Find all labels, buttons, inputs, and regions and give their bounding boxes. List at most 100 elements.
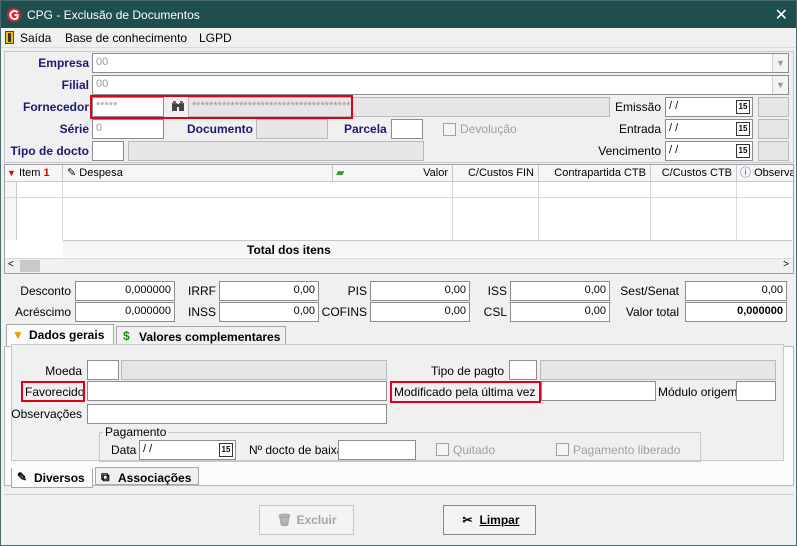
modificado-highlight-box bbox=[390, 381, 541, 403]
favorecido-input[interactable] bbox=[87, 381, 387, 401]
parcela-input[interactable] bbox=[391, 119, 423, 139]
devolucao-label: Devolução bbox=[460, 122, 517, 136]
csl-field[interactable]: 0,00 bbox=[510, 302, 610, 322]
sest-senat-value: 0,00 bbox=[761, 284, 783, 296]
tipo-pagto-code-input[interactable] bbox=[509, 360, 537, 380]
fornecedor-highlight-box bbox=[90, 95, 353, 119]
iss-label: ISS bbox=[487, 284, 507, 298]
cofins-value: 0,00 bbox=[444, 305, 466, 317]
info-icon: ⓘ bbox=[740, 167, 751, 179]
grid-header-despesa[interactable]: ✎ Despesa bbox=[63, 165, 333, 182]
chevron-down-icon[interactable]: ▼ bbox=[772, 54, 788, 72]
entrada-date-input[interactable]: / / 15 bbox=[665, 119, 753, 139]
main-window: CPG - Exclusão de Documentos ✕ Saída Bas… bbox=[0, 0, 797, 546]
irrf-value: 0,00 bbox=[293, 284, 315, 296]
column-ccustos-ctb-label: C/Custos CTB bbox=[661, 167, 732, 179]
devolucao-checkbox[interactable] bbox=[443, 123, 456, 136]
column-ccustos-fin-label: C/Custos FIN bbox=[467, 167, 534, 179]
inss-field[interactable]: 0,00 bbox=[219, 302, 319, 322]
tab-valores-complementares[interactable]: $ Valores complementares bbox=[116, 326, 286, 346]
tab-associacoes[interactable]: ⧉ Associações bbox=[95, 467, 199, 485]
pagamento-data-input[interactable]: / / 15 bbox=[139, 440, 236, 460]
modulo-origem-input bbox=[736, 381, 776, 401]
grid-header-item[interactable]: ▼ Item 1 bbox=[5, 165, 63, 182]
grid-header-contrapartida[interactable]: Contrapartida CTB bbox=[539, 165, 651, 182]
iss-field[interactable]: 0,00 bbox=[510, 281, 610, 301]
menu-item-lgpd[interactable]: LGPD bbox=[199, 31, 232, 45]
app-logo-icon bbox=[7, 8, 21, 22]
empresa-select[interactable]: 00 ▼ bbox=[92, 53, 789, 73]
scroll-left-icon[interactable]: < bbox=[8, 259, 14, 270]
calendar-icon[interactable]: 15 bbox=[736, 122, 750, 136]
grid-header-ccustos-ctb[interactable]: C/Custos CTB bbox=[651, 165, 737, 182]
button-bar bbox=[4, 494, 794, 544]
grid-row-indicator-column bbox=[5, 182, 17, 240]
moeda-desc-field bbox=[121, 360, 387, 380]
money-icon: ▰ bbox=[336, 167, 345, 179]
dollar-icon: $ bbox=[123, 329, 130, 343]
vencimento-date-input[interactable]: / / 15 bbox=[665, 141, 753, 161]
filial-select[interactable]: 00 ▼ bbox=[92, 75, 789, 95]
pis-value: 0,00 bbox=[444, 284, 466, 296]
iss-value: 0,00 bbox=[584, 284, 606, 296]
quitado-checkbox[interactable] bbox=[436, 443, 449, 456]
calendar-icon[interactable]: 15 bbox=[736, 144, 750, 158]
trash-icon: 🗑 bbox=[276, 513, 293, 527]
sest-senat-field[interactable]: 0,00 bbox=[685, 281, 787, 301]
cofins-field[interactable]: 0,00 bbox=[370, 302, 470, 322]
scroll-thumb[interactable] bbox=[20, 260, 40, 272]
filial-value: 00 bbox=[96, 78, 109, 90]
link-window-icon: ⧉ bbox=[101, 470, 110, 484]
calendar-icon[interactable]: 15 bbox=[219, 443, 233, 457]
parcela-label: Parcela bbox=[344, 122, 387, 136]
moeda-code-input[interactable] bbox=[87, 360, 119, 380]
close-icon[interactable]: ✕ bbox=[775, 5, 788, 25]
menu-bar: Saída Base de conhecimento LGPD bbox=[1, 28, 796, 48]
tipo-docto-desc-field bbox=[128, 141, 424, 161]
desconto-field[interactable]: 0,000000 bbox=[75, 281, 175, 301]
quitado-label: Quitado bbox=[453, 443, 496, 457]
valor-total-value: 0,000000 bbox=[737, 305, 783, 317]
pis-field[interactable]: 0,00 bbox=[370, 281, 470, 301]
vencimento-value: / / bbox=[669, 144, 679, 156]
acrescimo-value: 0,000000 bbox=[125, 305, 171, 317]
pencil-icon: ✎ bbox=[67, 167, 77, 179]
tab-associacoes-label: Associações bbox=[118, 471, 192, 485]
menu-item-saida[interactable]: Saída bbox=[20, 31, 51, 45]
grid-row-divider bbox=[5, 197, 793, 198]
items-grid[interactable]: ▼ Item 1 ✎ Despesa ▰ Valor C/Custos FIN … bbox=[4, 164, 794, 274]
pagamento-data-label: Data bbox=[111, 443, 137, 457]
grid-header-observacao[interactable]: ⓘ Observa bbox=[737, 165, 793, 182]
cofins-label: COFINS bbox=[321, 305, 367, 319]
title-bar: CPG - Exclusão de Documentos ✕ bbox=[1, 1, 796, 28]
documento-input[interactable] bbox=[256, 119, 328, 139]
tab-dados-gerais[interactable]: ▼ Dados gerais bbox=[6, 324, 114, 346]
tab-valores-complementares-label: Valores complementares bbox=[139, 330, 281, 344]
pagamento-data-value: / / bbox=[143, 443, 153, 455]
grid-horizontal-scrollbar[interactable]: < > bbox=[5, 258, 793, 273]
scroll-right-icon[interactable]: > bbox=[783, 259, 789, 270]
chevron-down-icon[interactable]: ▼ bbox=[772, 76, 788, 94]
irrf-label: IRRF bbox=[188, 284, 216, 298]
csl-label: CSL bbox=[483, 305, 507, 319]
docto-baixa-input[interactable] bbox=[338, 440, 416, 460]
tipo-pagto-label: Tipo de pagto bbox=[431, 364, 504, 378]
observacoes-input[interactable] bbox=[87, 404, 387, 424]
irrf-field[interactable]: 0,00 bbox=[219, 281, 319, 301]
pagamento-liberado-checkbox[interactable] bbox=[556, 443, 569, 456]
grid-header-valor[interactable]: ▰ Valor bbox=[333, 165, 453, 182]
grid-header-ccustos-fin[interactable]: C/Custos FIN bbox=[453, 165, 539, 182]
limpar-button[interactable]: ✂ Limpar bbox=[443, 505, 536, 535]
column-observacao-label: Observa bbox=[754, 167, 793, 179]
excluir-button[interactable]: 🗑 Excluir bbox=[259, 505, 354, 535]
vencimento-extra-field bbox=[758, 141, 789, 161]
tab-diversos[interactable]: ✎ Diversos bbox=[11, 468, 93, 488]
serie-input[interactable]: 0 bbox=[92, 119, 164, 139]
calendar-icon[interactable]: 15 bbox=[736, 100, 750, 114]
emissao-date-input[interactable]: / / 15 bbox=[665, 97, 753, 117]
menu-item-base-conhecimento[interactable]: Base de conhecimento bbox=[65, 31, 187, 45]
filial-label: Filial bbox=[61, 78, 89, 92]
acrescimo-field[interactable]: 0,000000 bbox=[75, 302, 175, 322]
tipo-docto-code-input[interactable] bbox=[92, 141, 124, 161]
column-contrapartida-label: Contrapartida CTB bbox=[554, 167, 646, 179]
